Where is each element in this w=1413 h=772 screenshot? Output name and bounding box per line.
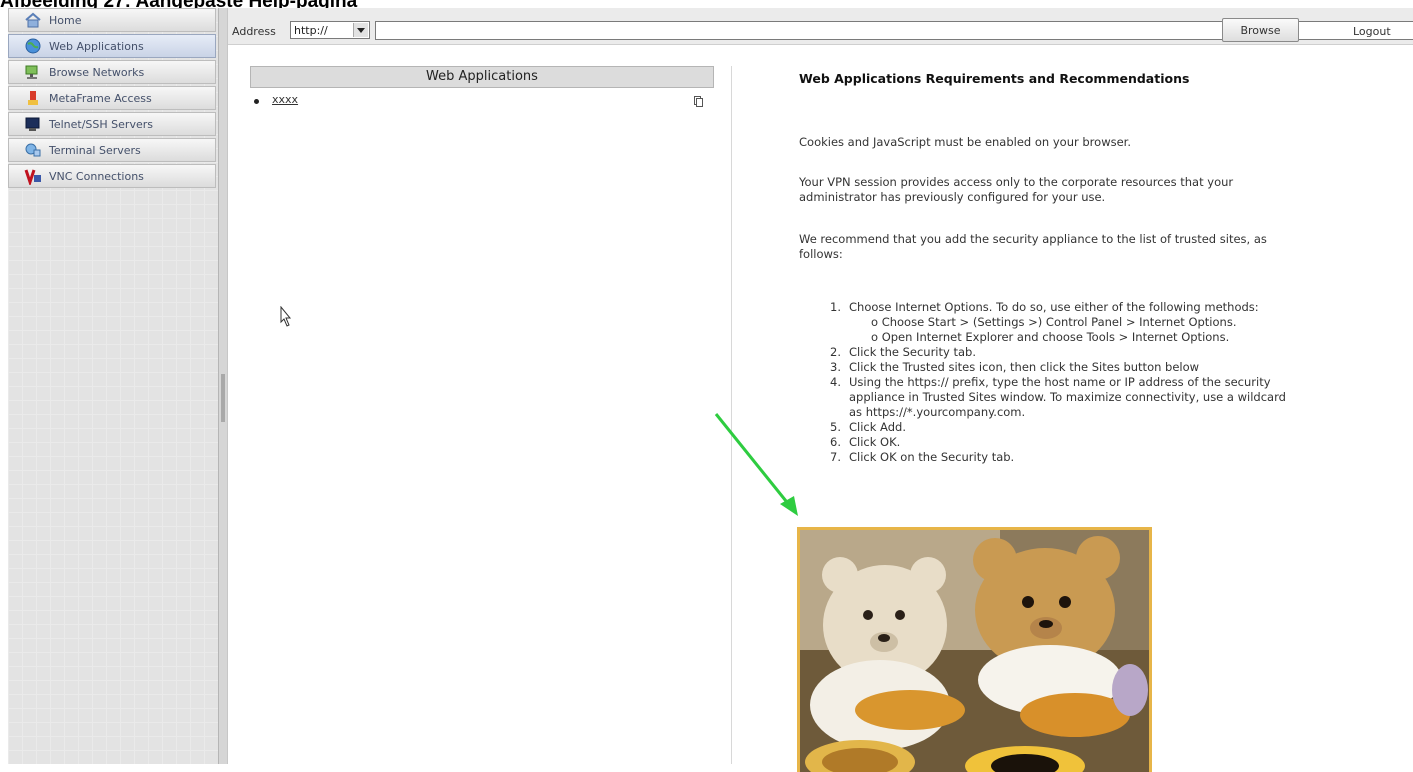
step-number: 3. — [830, 360, 841, 374]
step-text: as https://*.yourcompany.com. — [849, 405, 1026, 419]
sidebar-item-label: VNC Connections — [49, 169, 144, 183]
sidebar-item-vnc-connections[interactable]: VNC Connections — [8, 164, 216, 188]
step-text: Click the Trusted sites icon, then click… — [849, 360, 1200, 374]
chevron-down-icon[interactable] — [353, 23, 368, 37]
help-paragraph: follows: — [799, 247, 843, 261]
mouse-cursor-icon — [280, 305, 292, 332]
web-applications-header: Web Applications — [250, 66, 714, 88]
vnc-icon — [23, 167, 43, 185]
browse-button[interactable]: Browse — [1222, 18, 1299, 42]
sidebar-item-metaframe-access[interactable]: MetaFrame Access — [8, 86, 216, 110]
web-app-link[interactable]: xxxx — [272, 93, 298, 106]
terminal-server-icon — [23, 141, 43, 159]
sidebar-item-label: MetaFrame Access — [49, 91, 152, 105]
step-text: appliance in Trusted Sites window. To ma… — [849, 390, 1286, 404]
sub-step: o Open Internet Explorer and choose Tool… — [871, 330, 1230, 344]
sidebar-item-home[interactable]: Home — [8, 8, 216, 32]
step-number: 4. — [830, 375, 841, 389]
protocol-select-value: http:// — [294, 24, 328, 37]
step-text: Click the Security tab. — [849, 345, 976, 359]
copy-icon[interactable] — [694, 92, 703, 111]
step-number: 7. — [830, 450, 841, 464]
help-paragraph: administrator has previously configured … — [799, 190, 1106, 204]
step-number: 5. — [830, 420, 841, 434]
step-text: Using the https:// prefix, type the host… — [849, 375, 1271, 389]
sidebar-item-label: Terminal Servers — [49, 143, 141, 157]
teddy-bears-image — [797, 527, 1152, 772]
step-text: Click OK. — [849, 435, 901, 449]
step-number: 6. — [830, 435, 841, 449]
sidebar-item-label: Home — [49, 13, 82, 27]
splitter-grip[interactable] — [221, 374, 225, 422]
help-paragraph: Your VPN session provides access only to… — [799, 175, 1234, 189]
sidebar-splitter[interactable] — [218, 8, 228, 764]
logout-link[interactable]: Logout — [1353, 25, 1391, 38]
home-icon — [23, 11, 43, 29]
step-text: Click Add. — [849, 420, 906, 434]
address-toolbar: Address http:// Browse Logout — [228, 8, 1413, 45]
help-paragraph: We recommend that you add the security a… — [799, 232, 1267, 246]
sub-step: o Choose Start > (Settings >) Control Pa… — [871, 315, 1237, 329]
sidebar-item-web-applications[interactable]: Web Applications — [8, 34, 216, 58]
globe-icon — [23, 37, 43, 55]
help-paragraph: Cookies and JavaScript must be enabled o… — [799, 135, 1131, 149]
protocol-select[interactable]: http:// — [290, 21, 370, 39]
list-bullet — [254, 99, 259, 104]
browser-frame: Home Web Applications Browse Networks Me… — [0, 8, 1413, 772]
sidebar-item-telnet-ssh-servers[interactable]: Telnet/SSH Servers — [8, 112, 216, 136]
sidebar: Home Web Applications Browse Networks Me… — [8, 8, 218, 764]
sidebar-item-label: Telnet/SSH Servers — [49, 117, 153, 131]
step-text: Click OK on the Security tab. — [849, 450, 1015, 464]
network-icon — [23, 63, 43, 81]
help-title: Web Applications Requirements and Recomm… — [799, 71, 1190, 86]
green-arrow-icon — [714, 413, 798, 516]
step-number: 2. — [830, 345, 841, 359]
address-label: Address — [232, 25, 276, 38]
metaframe-icon — [23, 89, 43, 107]
step-number: 1. — [830, 300, 841, 314]
sidebar-item-terminal-servers[interactable]: Terminal Servers — [8, 138, 216, 162]
sidebar-item-label: Web Applications — [49, 39, 144, 53]
terminal-icon — [23, 115, 43, 133]
step-text: Choose Internet Options. To do so, use e… — [849, 300, 1259, 314]
sidebar-item-browse-networks[interactable]: Browse Networks — [8, 60, 216, 84]
sidebar-item-label: Browse Networks — [49, 65, 145, 79]
